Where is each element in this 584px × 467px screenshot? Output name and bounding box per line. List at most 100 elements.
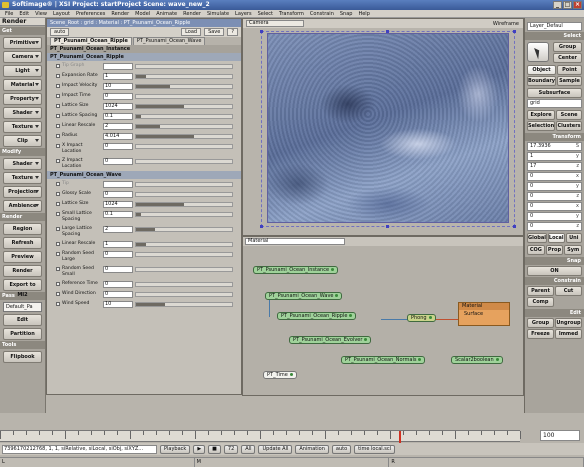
- wave-group-header[interactable]: PT_Psunami_Ocean_Wave: [47, 171, 241, 179]
- param-value-input[interactable]: 0: [103, 158, 133, 165]
- uni-button[interactable]: Uni: [565, 233, 582, 243]
- param-slider[interactable]: [135, 114, 233, 119]
- group-button[interactable]: Group: [527, 318, 554, 328]
- clusters-button[interactable]: Clusters: [556, 121, 582, 131]
- param-value-input[interactable]: 0.1: [103, 113, 133, 120]
- param-slider[interactable]: [135, 227, 233, 232]
- light-button[interactable]: Light: [3, 65, 42, 77]
- sym-button[interactable]: Sym: [564, 245, 582, 255]
- frame-handle[interactable]: [260, 225, 263, 228]
- menu-simulate[interactable]: Simulate: [204, 10, 232, 17]
- global-button[interactable]: Global: [527, 233, 547, 243]
- param-slider[interactable]: [135, 144, 233, 149]
- prop-button[interactable]: Prop: [545, 245, 564, 255]
- menu-model[interactable]: Model: [132, 10, 153, 17]
- ambience-button[interactable]: Ambience: [3, 200, 42, 212]
- stop-icon[interactable]: ■: [208, 444, 221, 454]
- param-value-input[interactable]: 4.014: [103, 133, 133, 140]
- param-slider[interactable]: [135, 242, 233, 247]
- menu-transform[interactable]: Transform: [276, 10, 307, 17]
- transform-field[interactable]: 0x: [527, 172, 582, 181]
- animate-checkbox[interactable]: [56, 114, 60, 118]
- node-normals[interactable]: PT_Psunami_Ocean_Normals: [341, 356, 426, 364]
- animate-checkbox[interactable]: [56, 202, 60, 206]
- param-value-input[interactable]: [103, 181, 133, 188]
- param-value-input[interactable]: 10: [103, 301, 133, 308]
- animate-checkbox[interactable]: [56, 267, 60, 271]
- tab-ripple[interactable]: PT_Psunami_Ocean_Ripple: [50, 37, 132, 45]
- animate-checkbox[interactable]: [56, 159, 60, 163]
- param-value-input[interactable]: 0: [103, 251, 133, 258]
- param-value-input[interactable]: 2: [103, 226, 133, 233]
- menu-select[interactable]: Select: [255, 10, 276, 17]
- animate-checkbox[interactable]: [56, 192, 60, 196]
- auto-key-button[interactable]: auto: [331, 444, 352, 454]
- transform-field[interactable]: 0y: [527, 212, 582, 221]
- animate-checkbox[interactable]: [56, 252, 60, 256]
- texture-button[interactable]: Texture: [3, 172, 42, 184]
- tab-wave[interactable]: PT_Psunami_Ocean_Wave: [132, 37, 206, 45]
- menu-edit[interactable]: Edit: [16, 10, 32, 17]
- param-slider[interactable]: [135, 134, 233, 139]
- animate-checkbox[interactable]: [56, 84, 60, 88]
- menu-help[interactable]: Help: [355, 10, 372, 17]
- immed-button[interactable]: Immed: [555, 329, 582, 339]
- param-slider[interactable]: [135, 94, 233, 99]
- selection-button[interactable]: Selection: [527, 121, 556, 131]
- shader-button[interactable]: Shader: [3, 107, 42, 119]
- cut-button[interactable]: Cut: [555, 286, 582, 296]
- animate-checkbox[interactable]: [56, 144, 60, 148]
- scene-button[interactable]: Scene: [556, 110, 582, 120]
- transform-field[interactable]: 0z: [527, 192, 582, 201]
- transform-field[interactable]: 0y: [527, 182, 582, 191]
- frame-handle[interactable]: [513, 225, 516, 228]
- param-value-input[interactable]: 0: [103, 93, 133, 100]
- node-ripple[interactable]: PT_Psunami_Ocean_Ripple: [277, 312, 357, 320]
- node-wave[interactable]: PT_Psunami_Ocean_Wave: [265, 292, 343, 300]
- point-filter-button[interactable]: Point: [557, 65, 582, 75]
- transform-field[interactable]: 0z: [527, 222, 582, 231]
- toolbar-header[interactable]: Render: [0, 18, 45, 26]
- param-slider[interactable]: [135, 124, 233, 129]
- param-slider[interactable]: [135, 64, 233, 69]
- property-button[interactable]: Property: [3, 93, 42, 105]
- node-scalar2boolean[interactable]: Scalar2boolean: [451, 356, 503, 364]
- camera-select[interactable]: Camera: [246, 20, 304, 27]
- frame-handle[interactable]: [386, 30, 389, 33]
- close-button[interactable]: ×: [573, 1, 582, 9]
- animate-checkbox[interactable]: [56, 124, 60, 128]
- preview-button[interactable]: Preview: [3, 251, 42, 263]
- partition-button[interactable]: Partition: [3, 328, 42, 340]
- param-slider[interactable]: [135, 159, 233, 164]
- menu-layers[interactable]: Layers: [232, 10, 255, 17]
- param-slider[interactable]: [135, 302, 233, 307]
- render-tree[interactable]: Material PT_Psunami_Ocean_Instance PT_Ps…: [242, 236, 524, 396]
- render-button[interactable]: Render: [3, 265, 42, 277]
- frame-handle[interactable]: [260, 30, 263, 33]
- param-value-input[interactable]: 10: [103, 83, 133, 90]
- param-slider[interactable]: [135, 104, 233, 109]
- param-value-input[interactable]: 0: [103, 143, 133, 150]
- transform-field[interactable]: 1y: [527, 152, 582, 161]
- param-value-input[interactable]: 0: [103, 191, 133, 198]
- param-slider[interactable]: [135, 282, 233, 287]
- time-mode-field[interactable]: time local.scl: [354, 444, 396, 454]
- animate-checkbox[interactable]: [56, 242, 60, 246]
- parent-button[interactable]: Parent: [527, 286, 554, 296]
- boundary-filter-button[interactable]: Boundary: [527, 76, 557, 86]
- edit-button[interactable]: Edit: [3, 314, 42, 326]
- texture-button[interactable]: Texture: [3, 121, 42, 133]
- load-button[interactable]: Load: [181, 28, 202, 36]
- render-tree-combo[interactable]: Material: [245, 238, 345, 245]
- timeline-end-field[interactable]: 100: [540, 430, 580, 441]
- param-slider[interactable]: [135, 192, 233, 197]
- menu-animate[interactable]: Animate: [153, 10, 180, 17]
- animate-checkbox[interactable]: [56, 302, 60, 306]
- param-slider[interactable]: [135, 84, 233, 89]
- param-value-input[interactable]: 0: [103, 266, 133, 273]
- menu-render[interactable]: Render: [108, 10, 132, 17]
- cog-button[interactable]: COG: [527, 245, 545, 255]
- param-value-input[interactable]: [103, 63, 133, 70]
- param-value-input[interactable]: 0: [103, 291, 133, 298]
- material-button[interactable]: Material: [3, 79, 42, 91]
